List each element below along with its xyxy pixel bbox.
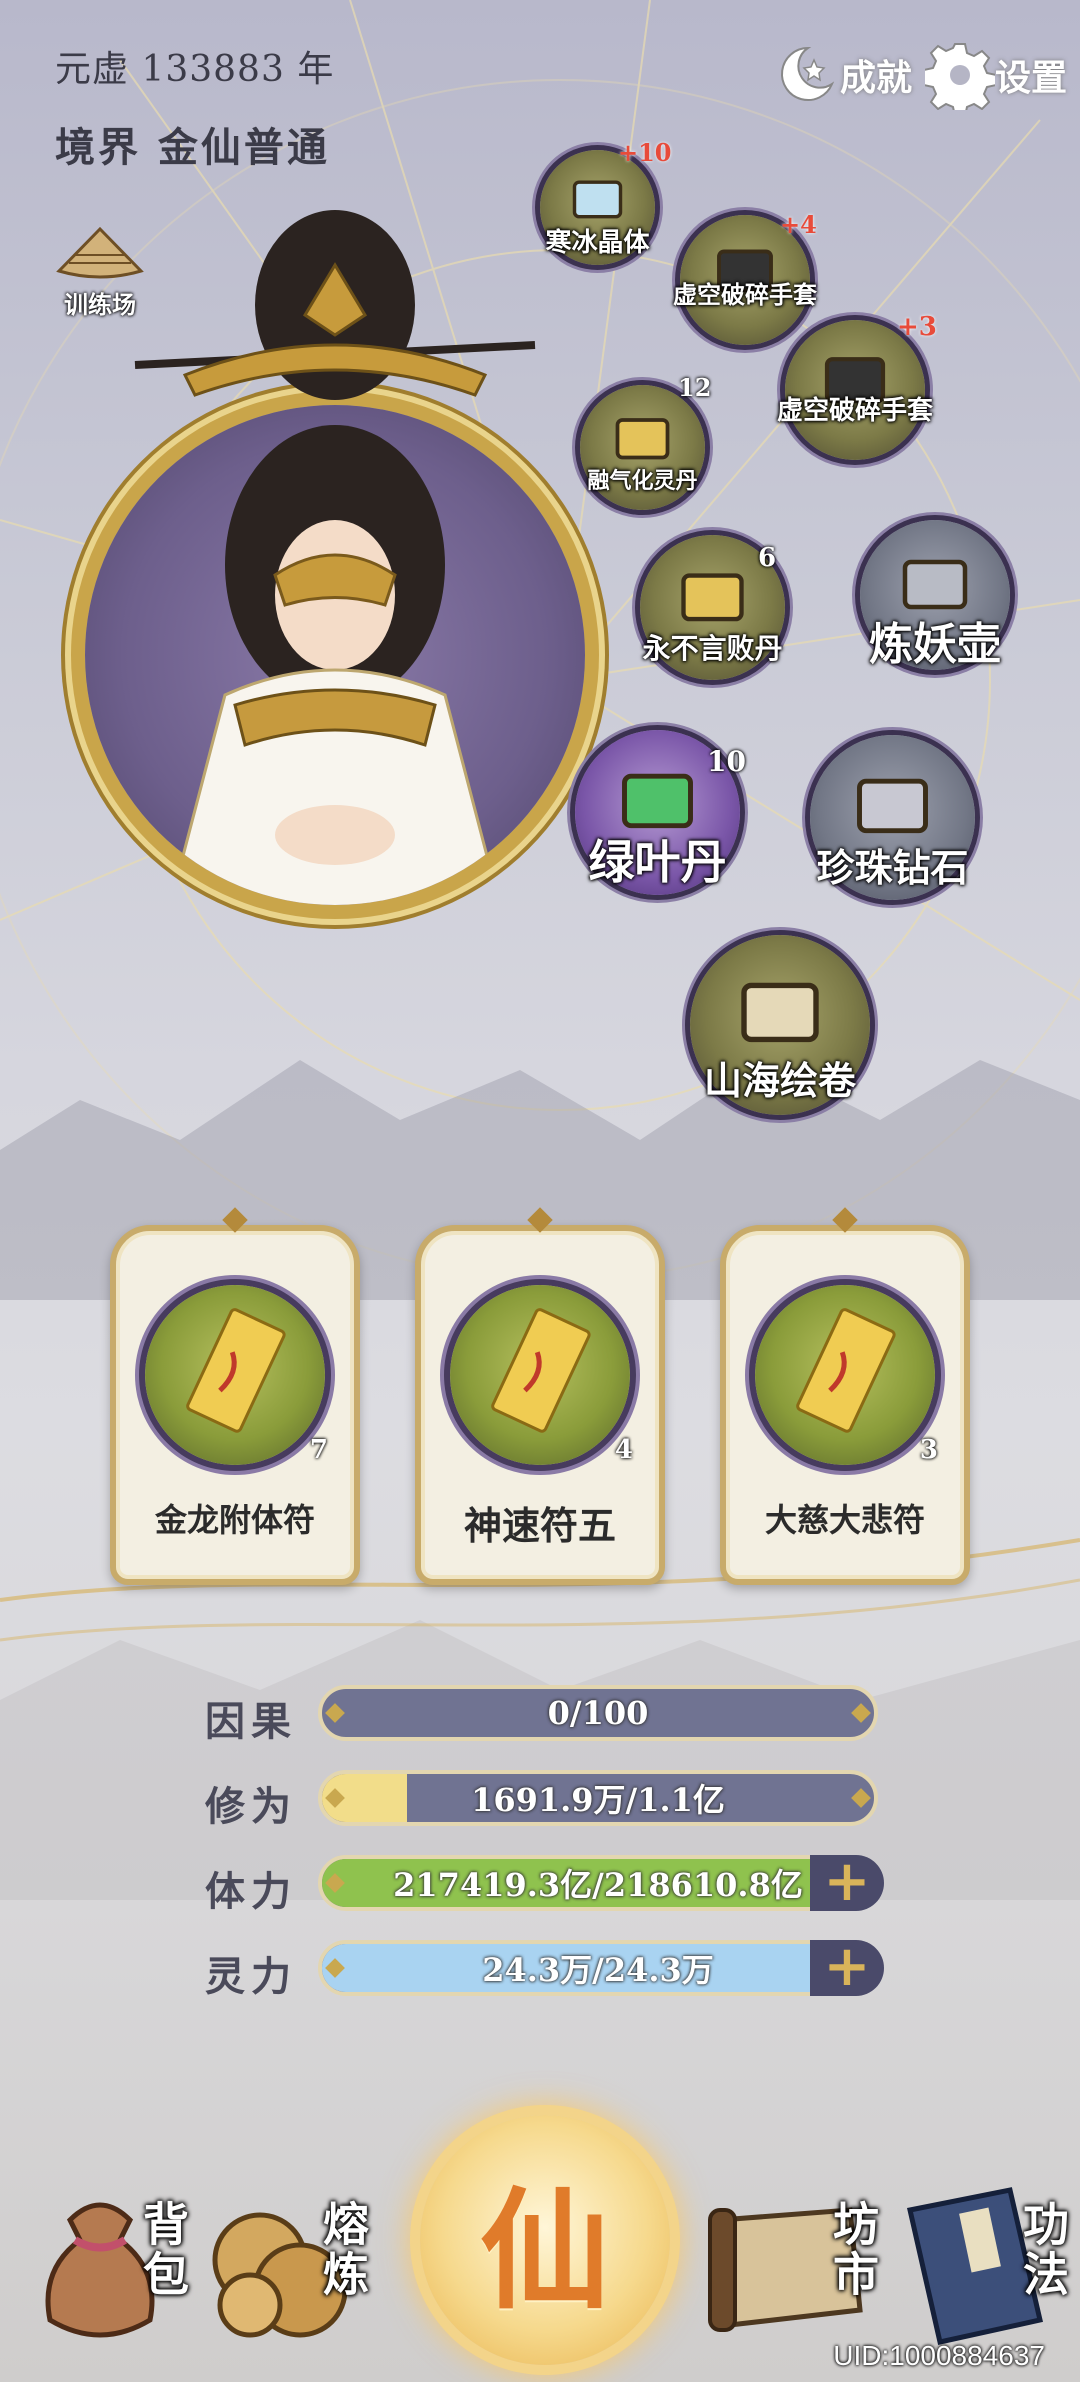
user-id: UID:1000884637	[833, 2340, 1045, 2371]
cultivation-value: 1691.9万/1.1亿	[471, 1781, 725, 1819]
talisman-ring	[450, 1285, 630, 1465]
character-portrait[interactable]	[85, 210, 585, 905]
item-name: 山海绘卷	[703, 1058, 856, 1103]
market-label: 坊市	[826, 2200, 880, 2300]
talisman-count: 3	[919, 1435, 938, 1465]
talisman-count: 7	[309, 1435, 328, 1465]
item-name: 永不言败丹	[642, 632, 783, 665]
karma-value: 0/100	[547, 1694, 649, 1732]
spirit-bar: 24.3万/24.3万	[318, 1940, 878, 1996]
bag-button[interactable]: 背包	[20, 2180, 190, 2350]
gear-icon	[925, 43, 995, 110]
item-mountain-sea-scroll[interactable]: 山海绘卷	[690, 935, 870, 1115]
item-badge: 6	[758, 543, 777, 573]
talisman-name: 金龙附体符	[154, 1501, 315, 1539]
item-name: 融气化灵丹	[587, 468, 698, 494]
item-badge: +3	[897, 312, 937, 342]
skills-label: 功法	[1016, 2200, 1070, 2300]
talisman-name: 大慈大悲符	[764, 1501, 925, 1539]
item-name: 绿叶丹	[588, 835, 727, 889]
item-ice-crystal[interactable]: 寒冰晶体 +10	[540, 138, 672, 265]
cultivation-label: 修为	[205, 1783, 297, 1830]
realm-status: 境界 金仙普通	[55, 124, 330, 171]
spirit-add-button[interactable]: +	[810, 1938, 884, 1996]
item-badge: +4	[780, 210, 817, 239]
talisman-card-great-compassion[interactable]: 3 大慈大悲符	[720, 1207, 970, 1585]
item-name: 珍珠钻石	[816, 845, 969, 890]
item-name: 寒冰晶体	[545, 228, 650, 258]
moon-star-icon	[781, 46, 835, 101]
item-badge: 12	[678, 373, 712, 402]
character-figure	[163, 425, 507, 905]
item-name: 炼妖壶	[869, 619, 1001, 670]
item-demon-pot[interactable]: 炼妖壶	[860, 520, 1010, 670]
item-qi-pill[interactable]: 融气化灵丹 12	[580, 373, 711, 510]
settings-button[interactable]: 设置	[925, 40, 1067, 110]
item-pearl-diamond[interactable]: 珍珠钻石	[810, 735, 975, 900]
game-year: 元虚 133883 年	[55, 49, 335, 90]
achievements-label: 成就	[840, 57, 913, 99]
skills-button[interactable]: 功法	[900, 2170, 1070, 2350]
item-void-glove-2[interactable]: 虚空破碎手套 +3	[777, 312, 937, 460]
market-button[interactable]: 坊市	[700, 2180, 880, 2350]
refine-label: 熔炼	[316, 2200, 370, 2300]
cultivate-glyph: 仙	[479, 2174, 610, 2327]
item-badge: 10	[707, 745, 746, 778]
refine-button[interactable]: 熔炼	[200, 2180, 370, 2350]
item-badge: +10	[618, 138, 672, 167]
stamina-bar: 217419.3亿/218610.8亿	[318, 1855, 878, 1911]
talisman-name: 神速符五	[463, 1503, 616, 1548]
cultivate-button[interactable]: 仙	[420, 2115, 670, 2365]
talisman-ring	[145, 1285, 325, 1465]
item-name: 虚空破碎手套	[673, 280, 817, 309]
bag-label: 背包	[136, 2200, 190, 2300]
stamina-add-button[interactable]: +	[810, 1853, 884, 1911]
talisman-paper-icon	[186, 1308, 286, 1433]
cultivation-bar: 1691.9万/1.1亿	[318, 1770, 878, 1826]
stamina-label: 体力	[205, 1868, 297, 1915]
spirit-value: 24.3万/24.3万	[482, 1951, 714, 1989]
talisman-card-golden-dragon[interactable]: 7 金龙附体符	[110, 1207, 360, 1585]
item-name: 虚空破碎手套	[776, 396, 933, 426]
stamina-value: 217419.3亿/218610.8亿	[393, 1866, 803, 1904]
spirit-label: 灵力	[205, 1953, 297, 2000]
achievements-button[interactable]: 成就	[770, 40, 912, 110]
talisman-card-divine-speed[interactable]: 4 神速符五	[415, 1207, 665, 1585]
karma-bar: 0/100	[318, 1685, 878, 1741]
item-unyielding-pill[interactable]: 永不言败丹 6	[640, 535, 785, 680]
settings-label: 设置	[995, 57, 1068, 99]
talisman-paper-icon	[491, 1308, 591, 1433]
item-green-leaf-pill[interactable]: 绿叶丹 10	[575, 730, 746, 895]
talisman-paper-icon	[796, 1308, 896, 1433]
talisman-count: 4	[614, 1435, 633, 1465]
talisman-ring	[755, 1285, 935, 1465]
karma-label: 因果	[205, 1698, 297, 1745]
